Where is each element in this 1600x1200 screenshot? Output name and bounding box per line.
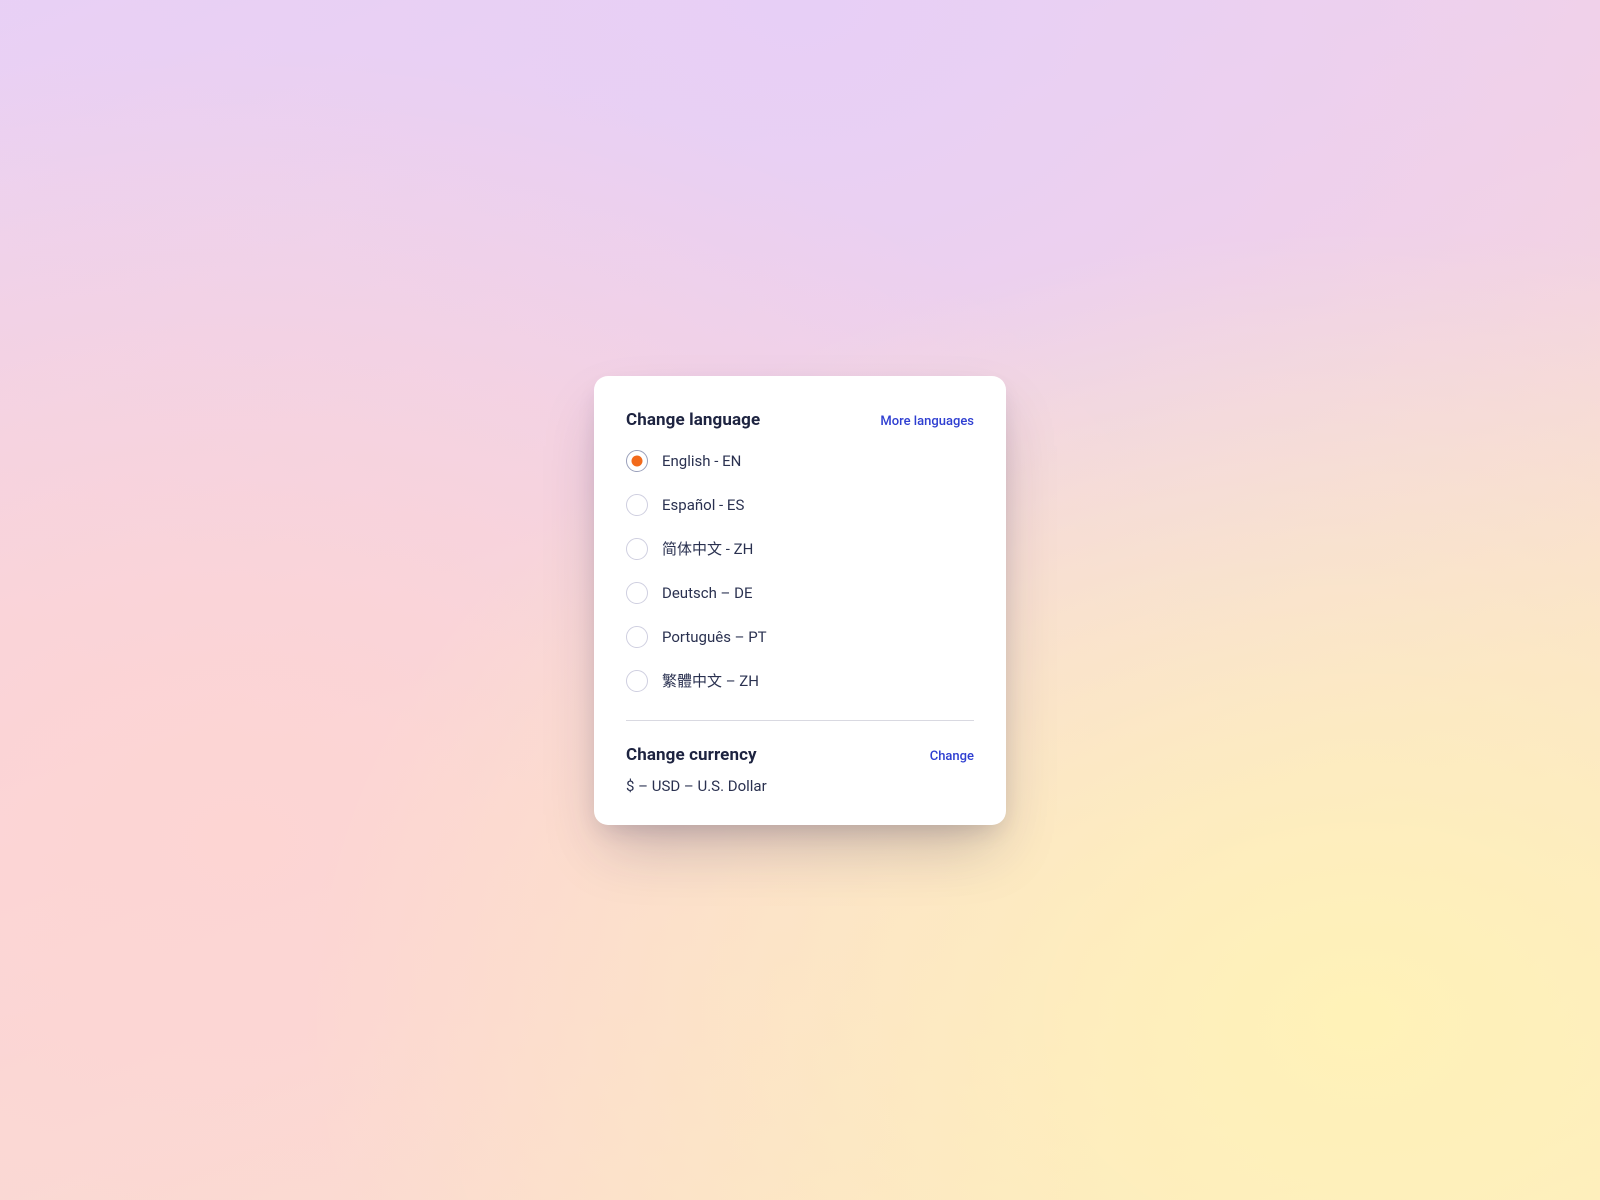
language-option-label: Deutsch – DE [662,584,752,602]
language-option-label: 繁體中文 – ZH [662,670,759,691]
language-option-de[interactable]: Deutsch – DE [626,582,974,604]
section-divider [626,720,974,721]
language-option-zh-traditional[interactable]: 繁體中文 – ZH [626,670,974,692]
settings-card: Change language More languages English -… [594,376,1006,825]
language-title: Change language [626,410,760,430]
language-options: English - EN Español - ES 简体中文 - ZH Deut… [626,450,974,692]
radio-icon [626,670,648,692]
more-languages-link[interactable]: More languages [880,414,974,429]
radio-icon [626,582,648,604]
radio-icon [626,450,648,472]
language-section-header: Change language More languages [626,410,974,430]
language-option-label: 简体中文 - ZH [662,538,753,559]
language-option-es[interactable]: Español - ES [626,494,974,516]
language-option-zh-simplified[interactable]: 简体中文 - ZH [626,538,974,560]
language-option-label: Português – PT [662,628,767,646]
language-option-en[interactable]: English - EN [626,450,974,472]
radio-icon [626,538,648,560]
currency-section-header: Change currency Change [626,745,974,765]
currency-value: $ – USD – U.S. Dollar [626,777,974,795]
change-currency-link[interactable]: Change [930,749,974,764]
radio-icon [626,626,648,648]
language-option-label: English - EN [662,452,741,470]
currency-title: Change currency [626,745,757,765]
radio-icon [626,494,648,516]
language-option-label: Español - ES [662,496,744,514]
language-option-pt[interactable]: Português – PT [626,626,974,648]
